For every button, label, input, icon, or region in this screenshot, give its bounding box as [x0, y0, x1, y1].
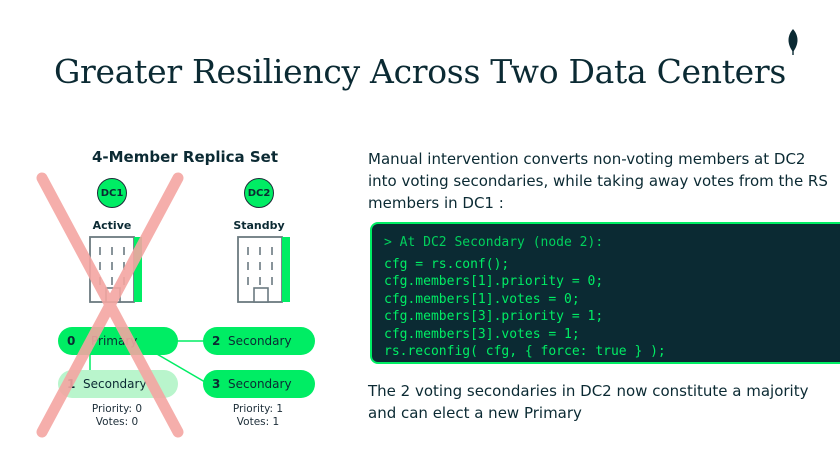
replica-set-title: 4-Member Replica Set	[91, 148, 279, 166]
dc2-member-stats: Priority: 1 Votes: 1	[208, 403, 308, 429]
dc2-badge: DC2	[244, 178, 274, 208]
code-line: cfg.members[1].votes = 0;	[384, 291, 580, 307]
code-line: cfg = rs.conf();	[384, 256, 510, 272]
member-node-2: 2 Secondary	[203, 327, 315, 355]
dc1-member-stats: Priority: 0 Votes: 0	[67, 403, 167, 429]
dc1-priority: Priority: 0	[91, 403, 143, 415]
dc1-state: Active	[92, 219, 132, 232]
code-line: rs.reconfig( cfg, { force: true } );	[384, 344, 666, 359]
intro-paragraph: Manual intervention converts non-voting …	[368, 150, 828, 212]
member-role: Secondary	[228, 377, 292, 391]
code-block: > At DC2 Secondary (node 2): cfg = rs.co…	[370, 222, 840, 364]
member-role: Secondary	[83, 377, 147, 391]
dc2-building-icon	[237, 236, 290, 303]
dc1-badge: DC1	[97, 178, 127, 208]
member-id: 3	[212, 377, 221, 391]
dc2-state: Standby	[233, 219, 285, 232]
code-line: cfg.members[1].priority = 0;	[384, 274, 604, 289]
member-role: Secondary	[228, 334, 292, 348]
member-node-1: 1 Secondary	[58, 370, 178, 398]
member-id: 1	[67, 377, 76, 391]
dc1-votes: Votes: 0	[95, 416, 139, 428]
member-role: Primary	[91, 334, 138, 348]
code-comment: > At DC2 Secondary (node 2):	[384, 235, 604, 250]
member-node-0: 0 Primary	[58, 327, 178, 355]
member-node-3: 3 Secondary	[203, 370, 315, 398]
member-id: 0	[67, 334, 76, 348]
member-id: 2	[212, 334, 221, 348]
code-line: cfg.members[3].priority = 1;	[384, 309, 604, 324]
dc2-votes: Votes: 1	[236, 416, 280, 428]
dc2-priority: Priority: 1	[232, 403, 284, 415]
code-line: cfg.members[3].votes = 1;	[384, 326, 580, 342]
outro-paragraph: The 2 voting secondaries in DC2 now cons…	[368, 382, 809, 422]
dc1-building-icon	[89, 236, 142, 303]
